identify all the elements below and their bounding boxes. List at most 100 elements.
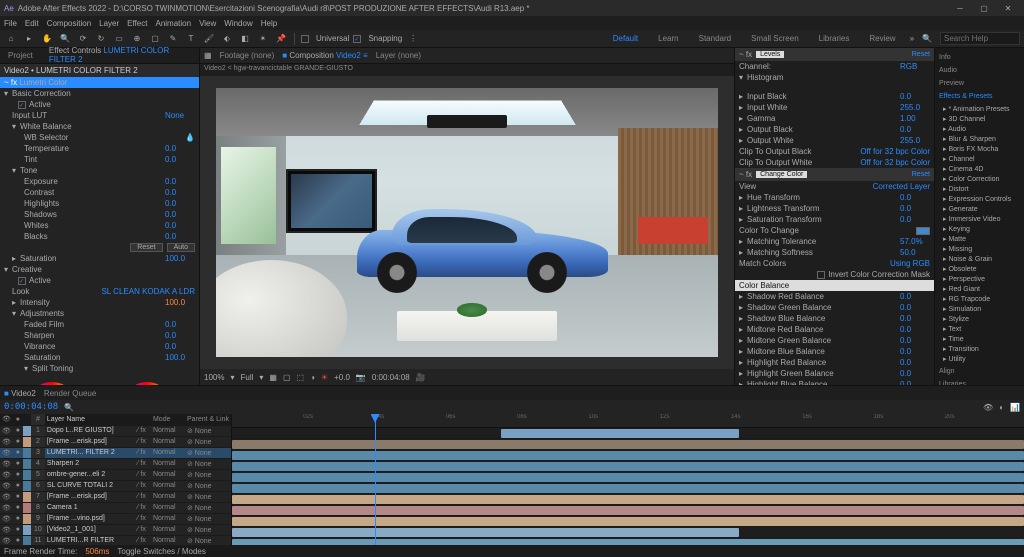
reset-button[interactable]: Reset [130, 243, 162, 252]
track-row[interactable] [232, 527, 1024, 538]
track-row[interactable] [232, 516, 1024, 527]
cc-view[interactable]: Corrected Layer [873, 182, 930, 191]
preset-category[interactable]: ▸ Cinema 4D [939, 164, 1020, 174]
transparency-icon[interactable]: ▦ [269, 373, 277, 382]
selection-tool-icon[interactable]: ▸ [22, 32, 36, 46]
solo-icon[interactable]: ● [13, 535, 23, 545]
blend-mode[interactable]: Normal [151, 524, 185, 535]
preset-category[interactable]: ▸ 3D Channel [939, 114, 1020, 124]
visibility-icon[interactable]: 👁 [0, 436, 13, 447]
solo-icon[interactable]: ● [13, 491, 23, 502]
workspace-default[interactable]: Default [607, 32, 644, 45]
preset-category[interactable]: ▸ Noise & Grain [939, 254, 1020, 264]
visibility-icon[interactable]: 👁 [0, 480, 13, 491]
blend-mode[interactable]: Normal [151, 480, 185, 491]
timeline-tab-render[interactable]: Render Queue [44, 389, 96, 398]
grid-icon[interactable]: ▦ [204, 51, 212, 60]
workspace-review[interactable]: Review [863, 32, 901, 45]
preset-category[interactable]: ▸ Keying [939, 224, 1020, 234]
layer-bar[interactable] [232, 495, 1024, 504]
exposure-icon[interactable]: ☀ [321, 373, 328, 382]
solo-icon[interactable]: ● [13, 425, 23, 436]
clone-tool-icon[interactable]: ⬖ [220, 32, 234, 46]
layer-row[interactable]: 👁●11LUMETRI...R FILTER⁄ fxNormal⊘ None [0, 535, 231, 545]
menu-edit[interactable]: Edit [25, 19, 39, 28]
brush-tool-icon[interactable]: 🖌 [202, 32, 216, 46]
parent-link[interactable]: ⊘ None [185, 524, 231, 535]
basic-active-check[interactable] [18, 101, 26, 109]
shy-icon[interactable]: 👁 [983, 403, 993, 412]
menu-composition[interactable]: Composition [47, 19, 91, 28]
solo-icon[interactable]: ● [13, 436, 23, 447]
blend-mode[interactable]: Normal [151, 513, 185, 524]
temp-value[interactable]: 0.0 [165, 144, 195, 153]
contrast-value[interactable]: 0.0 [165, 188, 195, 197]
lumetri-header[interactable]: ~ fx Lumetri Color [0, 77, 199, 88]
cc-reset[interactable]: Reset [912, 171, 930, 178]
preset-category[interactable]: ▸ Channel [939, 154, 1020, 164]
layer-bar[interactable] [232, 528, 739, 537]
exposure-value[interactable]: +0.0 [334, 373, 350, 382]
track-row[interactable] [232, 505, 1024, 516]
visibility-icon[interactable]: 👁 [0, 524, 13, 535]
preset-category[interactable]: ▸ Immersive Video [939, 214, 1020, 224]
visibility-icon[interactable]: 👁 [0, 513, 13, 524]
color-balance-header[interactable]: Color Balance [739, 281, 930, 290]
motion-blur-icon[interactable]: ◐ [999, 403, 1004, 412]
layer-row[interactable]: 👁●3LUMETRI... FILTER 2⁄ fxNormal⊘ None [0, 447, 231, 458]
composition-viewer[interactable] [200, 76, 734, 369]
parent-link[interactable]: ⊘ None [185, 425, 231, 436]
blend-mode[interactable]: Normal [151, 491, 185, 502]
track-row[interactable] [232, 428, 1024, 439]
layer-row[interactable]: 👁●6SL CURVE TOTALI 2⁄ fxNormal⊘ None [0, 480, 231, 491]
track-row[interactable] [232, 450, 1024, 461]
layer-row[interactable]: 👁●7[Frame ...erisk.psd]⁄ fxNormal⊘ None [0, 491, 231, 502]
parent-link[interactable]: ⊘ None [185, 535, 231, 545]
color-swatch[interactable] [916, 227, 930, 235]
layer-bar[interactable] [232, 539, 1024, 545]
levels-reset[interactable]: Reset [912, 51, 930, 58]
visibility-icon[interactable]: 👁 [0, 425, 13, 436]
parent-link[interactable]: ⊘ None [185, 491, 231, 502]
tab-project[interactable]: Project [0, 49, 41, 62]
menu-window[interactable]: Window [224, 19, 252, 28]
preset-category[interactable]: ▸ Generate [939, 204, 1020, 214]
shadows-value[interactable]: 0.0 [165, 210, 195, 219]
invert-mask-check[interactable] [817, 271, 825, 279]
track-row[interactable] [232, 483, 1024, 494]
preset-category[interactable]: ▸ Transition [939, 344, 1020, 354]
visibility-icon[interactable]: 👁 [0, 469, 13, 480]
menu-view[interactable]: View [199, 19, 216, 28]
panel-effects-presets[interactable]: Effects & Presets [939, 91, 1020, 102]
visibility-icon[interactable]: 👁 [0, 535, 13, 545]
basic-correction[interactable]: Basic Correction [12, 89, 195, 98]
universal-checkbox[interactable] [301, 35, 309, 43]
blend-mode[interactable]: Normal [151, 436, 185, 447]
preset-category[interactable]: ▸ Perspective [939, 274, 1020, 284]
resolution-value[interactable]: Full [240, 373, 253, 382]
visibility-icon[interactable]: 👁 [0, 502, 13, 513]
preset-category[interactable]: ▸ Expression Controls [939, 194, 1020, 204]
panel-align[interactable]: Align [939, 366, 1020, 377]
panel-audio[interactable]: Audio [939, 65, 1020, 76]
puppet-tool-icon[interactable]: 📌 [274, 32, 288, 46]
workspace-libraries[interactable]: Libraries [813, 32, 856, 45]
snapping-checkbox[interactable] [353, 35, 361, 43]
layer-row[interactable]: 👁●4Sharpen 2⁄ fxNormal⊘ None [0, 458, 231, 469]
roto-tool-icon[interactable]: ✴ [256, 32, 270, 46]
blend-mode[interactable]: Normal [151, 425, 185, 436]
workspace-learn[interactable]: Learn [652, 32, 684, 45]
visibility-icon[interactable]: 👁 [0, 491, 13, 502]
whites-value[interactable]: 0.0 [165, 221, 195, 230]
layer-bar[interactable] [232, 473, 1024, 482]
layer-bar[interactable] [501, 429, 739, 438]
blend-mode[interactable]: Normal [151, 535, 185, 545]
track-row[interactable] [232, 538, 1024, 545]
timeline-timecode[interactable]: 0:00:04:08 [4, 402, 58, 412]
parent-link[interactable]: ⊘ None [185, 458, 231, 469]
preset-category[interactable]: ▸ Blur & Sharpen [939, 134, 1020, 144]
tab-composition[interactable]: ■ Composition Video2 ≡ [282, 51, 367, 60]
solo-icon[interactable]: ● [13, 458, 23, 469]
timeline-tracks[interactable]: 02s04s06s08s10s12s14s16s18s20s [232, 414, 1024, 545]
search-input[interactable] [940, 32, 1020, 45]
